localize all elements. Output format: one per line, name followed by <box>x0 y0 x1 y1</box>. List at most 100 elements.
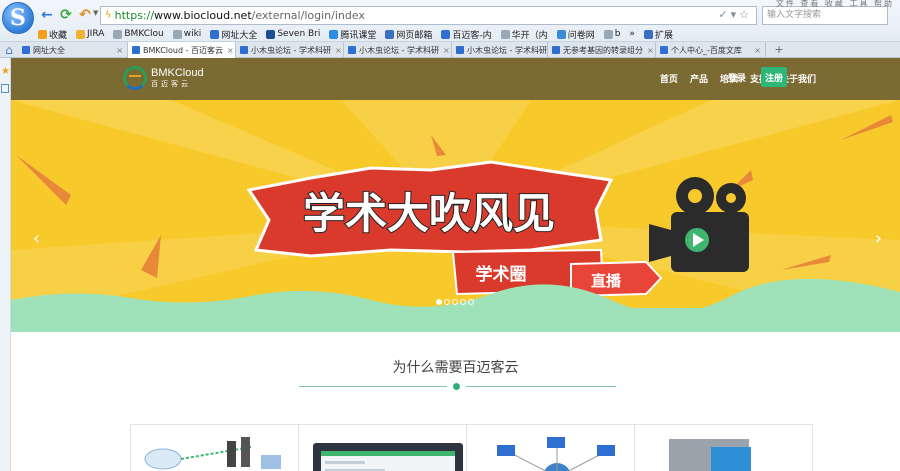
tab-close-icon[interactable]: × <box>223 46 234 55</box>
browser-logo-letter: S <box>10 5 26 31</box>
back-arrow-icon[interactable]: ← <box>38 6 56 24</box>
tab-close-icon[interactable]: × <box>439 46 450 55</box>
tab-label: 小木虫论坛 - 学术科研 <box>359 45 439 55</box>
bookmark-item[interactable]: 百迈客-内 <box>441 28 492 41</box>
tab-label: 个人中心_-百度文库 <box>671 45 742 55</box>
browser-tab[interactable]: 小木虫论坛 - 学术科研× <box>236 42 344 58</box>
feature-card-storage[interactable] <box>634 424 813 471</box>
tab-close-icon[interactable]: × <box>750 46 761 55</box>
browser-tab[interactable]: 个人中心_-百度文库 × <box>656 42 766 58</box>
slider-prev-arrow-icon[interactable]: ‹ <box>33 228 40 249</box>
tencent-icon <box>329 29 339 39</box>
tab-favicon-icon <box>22 46 30 54</box>
browser-tab[interactable]: 小木虫论坛 - 学术科研× <box>344 42 452 58</box>
bookmark-label: BMKClou <box>124 29 164 39</box>
tab-favicon-icon <box>660 46 668 54</box>
new-tab-button[interactable]: + <box>772 42 786 57</box>
bookmark-label: 腾讯课堂 <box>340 30 377 41</box>
globe-icon <box>210 29 220 39</box>
login-link[interactable]: 登录 <box>728 71 746 84</box>
title-divider-left <box>299 386 447 387</box>
banner-live-label: 直播 <box>591 272 622 290</box>
undo-icon[interactable]: ↶ <box>76 6 94 24</box>
address-bar[interactable]: ϟ https:// www.biocloud.net /external/lo… <box>100 6 757 25</box>
bookmark-item[interactable]: wiki <box>172 29 202 39</box>
slider-dot[interactable] <box>444 299 450 305</box>
refresh-icon[interactable]: ⟳ <box>57 6 75 24</box>
hero-banner[interactable]: 学术大吹风见 学术圈 直播 ‹ › <box>11 100 900 328</box>
bookmark-item[interactable]: Seven Bri <box>266 29 320 39</box>
browser-logo[interactable]: S <box>2 2 34 34</box>
video-camera-icon <box>649 177 749 272</box>
bookmark-item[interactable]: 网址大全 <box>210 28 257 41</box>
banner-artwork: 学术大吹风见 学术圈 直播 <box>11 100 900 328</box>
feature-card-cloud[interactable] <box>130 424 309 471</box>
site-menu-item[interactable]: 产品 <box>690 72 708 85</box>
undo-dropdown-icon[interactable]: ▼ <box>93 9 98 17</box>
browser-tab[interactable]: 无参考基因的转录组分 × <box>548 42 656 58</box>
bookmark-label: wiki <box>183 29 202 39</box>
slider-next-arrow-icon[interactable]: › <box>875 228 882 249</box>
title-divider-dot <box>453 383 460 390</box>
bookmark-item[interactable]: 问卷网 <box>556 28 595 41</box>
tab-label: 网址大全 <box>33 45 65 55</box>
jira-icon <box>76 29 86 39</box>
extension-icon <box>643 29 653 39</box>
section-title: 为什么需要百迈客云 <box>392 360 519 376</box>
favorites-star-icon[interactable]: ★ <box>1 66 10 77</box>
sidebar-strip: ★ <box>0 58 11 471</box>
slider-dot[interactable] <box>436 299 442 305</box>
slider-dots <box>436 299 476 305</box>
browser-tab[interactable]: 小木虫论坛 - 学术科研× <box>452 42 548 58</box>
bookmark-item[interactable]: 网页邮箱 <box>385 28 432 41</box>
bookmark-label: JIRA <box>87 29 105 39</box>
slider-dot[interactable] <box>452 299 458 305</box>
shield-check-icon[interactable]: ✓ <box>718 8 730 21</box>
address-bar-icons[interactable]: ✓▾☆ <box>718 8 752 21</box>
bookmark-label: » <box>629 29 635 39</box>
star-icon <box>38 29 47 39</box>
feature-card-network[interactable] <box>466 424 645 471</box>
register-button[interactable]: 注册 <box>761 67 787 87</box>
banner-headline: 学术大吹风见 <box>303 189 555 238</box>
dropdown-icon[interactable]: ▾ <box>731 8 740 21</box>
menu-bar[interactable]: 文件 查看 收藏 工具 帮助 <box>776 0 894 9</box>
logo-subtitle: 百迈客云 <box>151 80 191 88</box>
browser-tab[interactable]: 网址大全 × <box>18 42 128 58</box>
dashboard-illustration <box>313 443 463 471</box>
page-icon <box>113 29 123 39</box>
home-icon[interactable]: ⌂ <box>0 42 18 57</box>
bookmark-item[interactable]: » <box>629 29 635 39</box>
bookmark-item[interactable]: 腾讯课堂 <box>329 28 376 41</box>
network-illustration <box>497 437 615 471</box>
storage-illustration <box>669 439 751 471</box>
tab-close-icon[interactable]: × <box>643 46 654 55</box>
lightning-icon: ϟ <box>105 10 112 21</box>
bookmark-item[interactable]: 扩展 <box>643 28 673 41</box>
tab-favicon-icon <box>456 46 464 54</box>
browser-tab[interactable]: BMKCloud - 百迈客云 × <box>128 42 236 58</box>
slider-dot[interactable] <box>460 299 466 305</box>
bookmark-item[interactable]: 华开（内 <box>500 28 548 41</box>
bookmark-item[interactable]: JIRA <box>76 29 104 39</box>
bookmark-label: 扩展 <box>654 30 673 41</box>
bookmark-item[interactable]: b <box>603 29 620 39</box>
slider-dot[interactable] <box>468 299 474 305</box>
favorite-star-icon[interactable]: ☆ <box>739 8 752 21</box>
tab-label: 小木虫论坛 - 学术科研 <box>251 45 331 55</box>
site-menu-item[interactable]: 首页 <box>660 72 678 85</box>
tab-close-icon[interactable]: × <box>331 46 342 55</box>
page-icon <box>172 29 182 39</box>
mail-icon <box>385 29 395 39</box>
bookmark-label: 收藏 <box>49 30 68 41</box>
tab-close-icon[interactable]: × <box>112 46 123 55</box>
bookmark-label: 网址大全 <box>221 30 258 41</box>
bookmark-item[interactable]: 收藏 <box>38 28 67 41</box>
url-scheme: https:// <box>114 9 155 22</box>
web-page: BMKCloud 百迈客云 首页 产品 培训 支持 关于我们 登录 注册 学术大吹风 <box>11 58 900 471</box>
site-logo[interactable]: BMKCloud 百迈客云 <box>123 66 204 90</box>
page-icon <box>500 29 510 39</box>
bookmark-item[interactable]: BMKClou <box>113 29 164 39</box>
list-icon[interactable] <box>1 84 9 93</box>
feature-card-dashboard[interactable] <box>298 424 477 471</box>
